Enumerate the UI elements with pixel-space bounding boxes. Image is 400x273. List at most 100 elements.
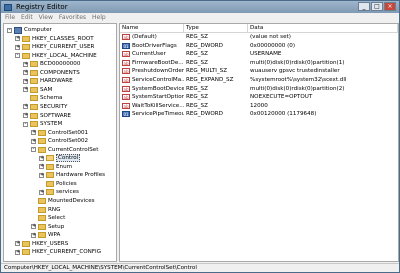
status-bar-path: Computer\HKEY_LOCAL_MACHINE\SYSTEM\Curre…: [1, 263, 399, 272]
expand-toggle-icon[interactable]: +: [31, 224, 36, 230]
value-type: REG_SZ: [186, 94, 208, 101]
folder-icon: [38, 129, 46, 136]
minimize-button[interactable]: _: [358, 2, 370, 11]
collapse-toggle-icon[interactable]: -: [31, 147, 36, 153]
menu-file[interactable]: File: [5, 13, 15, 22]
tree-node-label: CurrentControlSet: [48, 146, 99, 153]
tree-node[interactable]: + Hardware Profiles: [39, 171, 105, 179]
expand-toggle-icon: [31, 216, 36, 221]
value-name: SystemBootDevice: [132, 85, 184, 92]
registry-tree-pane[interactable]: - Computer + HKEY_CLASSES_ROOT + HKEY_CURRENT…: [3, 23, 117, 262]
column-header-data[interactable]: Data: [248, 24, 398, 32]
tree-node-label: SECURITY: [40, 103, 68, 110]
tree-node[interactable]: + Enum: [39, 163, 72, 171]
expand-toggle-icon[interactable]: +: [39, 172, 44, 178]
tree-node-label: Computer: [24, 27, 52, 33]
value-name: ServicePipeTimeout: [132, 111, 184, 118]
binary-value-icon: 01: [122, 111, 130, 118]
tree-node[interactable]: Policies: [39, 180, 77, 188]
expand-toggle-icon[interactable]: +: [15, 36, 20, 42]
tree-node[interactable]: - HKEY_LOCAL_MACHINE: [15, 52, 97, 60]
value-row[interactable]: ab PreshutdownOrder REG_MULTI_SZ wuauserv g…: [120, 67, 398, 75]
column-header-name[interactable]: Name: [120, 24, 184, 32]
value-type: REG_DWORD: [186, 111, 223, 118]
tree-node-label: HKEY_CURRENT_CONFIG: [32, 249, 102, 256]
value-row[interactable]: ab FirmwareBootDe... REG_SZ multi(0)disk(0)…: [120, 59, 398, 67]
value-data: 0x00120000 (1179648): [250, 111, 317, 118]
tree-node[interactable]: + services: [39, 188, 79, 196]
expand-toggle-icon: [31, 207, 36, 212]
expand-toggle-icon[interactable]: +: [15, 241, 20, 247]
value-row[interactable]: ab ServiceControlMa... REG_EXPAND_SZ %syste…: [120, 76, 398, 84]
values-list-pane[interactable]: Name Type Data ab (Default) REG_SZ (value n…: [119, 23, 399, 262]
folder-icon: [46, 172, 54, 179]
expand-toggle-icon[interactable]: +: [31, 232, 36, 238]
expand-toggle-icon[interactable]: +: [23, 87, 28, 93]
expand-toggle-icon[interactable]: +: [23, 61, 28, 67]
value-row[interactable]: 01 ServicePipeTimeout REG_DWORD 0x00120000 …: [120, 110, 398, 118]
tree-node[interactable]: RNG: [31, 206, 60, 214]
tree-node[interactable]: + Setup: [31, 223, 64, 231]
value-data: NOEXECUTE=OPTOUT: [250, 94, 313, 101]
string-value-icon: ab: [122, 59, 130, 66]
tree-node[interactable]: + ControlSet002: [31, 137, 88, 145]
maximize-button[interactable]: □: [371, 2, 383, 11]
expand-toggle-icon[interactable]: +: [39, 164, 44, 170]
expand-toggle-icon[interactable]: +: [39, 155, 44, 161]
tree-node[interactable]: + ControlSet001: [31, 129, 88, 137]
tree-node[interactable]: - SYSTEM: [23, 120, 62, 128]
expand-toggle-icon[interactable]: +: [31, 138, 36, 144]
folder-icon: [22, 35, 30, 42]
value-row[interactable]: ab CurrentUser REG_SZ USERNAME: [120, 50, 398, 58]
tree-node-label: WPA: [48, 232, 61, 239]
collapse-toggle-icon[interactable]: -: [23, 121, 28, 127]
tree-node[interactable]: + HARDWARE: [23, 77, 73, 85]
tree-node-label: HKEY_CLASSES_ROOT: [32, 35, 94, 42]
collapse-toggle-icon[interactable]: -: [7, 27, 12, 33]
expand-toggle-icon[interactable]: +: [23, 104, 28, 110]
tree-node[interactable]: - CurrentControlSet: [31, 146, 98, 154]
value-row[interactable]: ab SystemStartOptions REG_SZ NOEXECUTE=OPT…: [120, 93, 398, 101]
menu-view[interactable]: View: [39, 13, 53, 22]
folder-icon: [22, 249, 30, 256]
expand-toggle-icon[interactable]: +: [31, 130, 36, 136]
tree-node[interactable]: Schema: [23, 94, 63, 102]
expand-toggle-icon[interactable]: +: [23, 113, 28, 118]
expand-toggle-icon[interactable]: +: [15, 44, 20, 50]
tree-node[interactable]: MountedDevices: [31, 197, 95, 205]
menu-favorites[interactable]: Favorites: [59, 13, 86, 22]
collapse-toggle-icon[interactable]: -: [15, 53, 20, 59]
menu-edit[interactable]: Edit: [21, 13, 33, 22]
tree-node[interactable]: + HKEY_CURRENT_USER: [15, 43, 94, 51]
column-header-type[interactable]: Type: [184, 24, 248, 32]
tree-node[interactable]: + HKEY_CLASSES_ROOT: [15, 35, 94, 43]
tree-node[interactable]: + WPA: [31, 231, 60, 239]
tree-node[interactable]: + SECURITY: [23, 103, 67, 111]
tree-node[interactable]: Select: [31, 214, 65, 222]
value-row[interactable]: ab (Default) REG_SZ (value not set): [120, 33, 398, 41]
title-bar[interactable]: Registry Editor _ □ ×: [1, 1, 399, 13]
value-data: multi(0)disk(0)rdisk(0)partition(1): [250, 59, 345, 66]
tree-node[interactable]: - Computer: [7, 26, 52, 34]
tree-node[interactable]: + HKEY_USERS: [15, 240, 68, 248]
tree-node[interactable]: + Control: [39, 154, 81, 163]
expand-toggle-icon[interactable]: +: [15, 249, 20, 255]
close-button[interactable]: ×: [384, 2, 396, 11]
expand-toggle-icon[interactable]: +: [39, 189, 44, 195]
folder-icon: [38, 223, 46, 230]
tree-node[interactable]: + SOFTWARE: [23, 112, 71, 120]
value-row[interactable]: 01 BootDriverFlags REG_DWORD 0x00000000 (0): [120, 42, 398, 50]
list-header: Name Type Data: [120, 24, 398, 33]
tree-node[interactable]: + COMPONENTS: [23, 69, 80, 77]
tree-node[interactable]: + BCD00000000: [23, 60, 80, 68]
expand-toggle-icon[interactable]: +: [23, 70, 28, 76]
value-row[interactable]: ab WaitToKillService... REG_SZ 12000: [120, 102, 398, 110]
tree-node[interactable]: + HKEY_CURRENT_CONFIG: [15, 248, 101, 256]
tree-node[interactable]: + SAM: [23, 86, 52, 94]
tree-node-label: MountedDevices: [48, 198, 95, 204]
value-type: REG_EXPAND_SZ: [186, 77, 234, 83]
menu-help[interactable]: Help: [92, 13, 106, 22]
value-row[interactable]: ab SystemBootDevice REG_SZ multi(0)disk(0)r…: [120, 85, 398, 93]
expand-toggle-icon[interactable]: +: [23, 78, 28, 84]
folder-icon: [30, 95, 38, 102]
